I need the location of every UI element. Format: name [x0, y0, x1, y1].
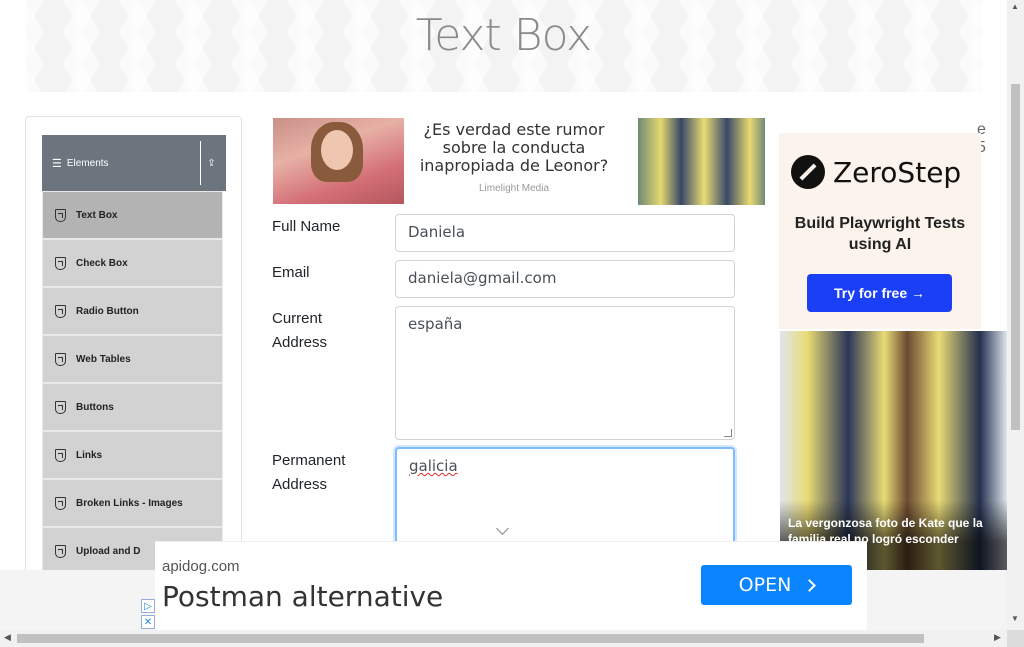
- sidebar-item-text-box[interactable]: Text Box: [42, 191, 223, 239]
- permanent-address-label: Permanent Address: [272, 449, 345, 497]
- html5-icon: [55, 544, 66, 558]
- bottom-ad-headline[interactable]: Postman alternative: [162, 580, 443, 613]
- bottom-ad[interactable]: apidog.com Postman alternative OPEN: [155, 541, 867, 630]
- ad-image-photo[interactable]: [638, 118, 765, 205]
- right-ad-image[interactable]: La vergonzosa foto de Kate que la famili…: [780, 331, 1007, 570]
- sidebar-item-label: Links: [76, 449, 103, 461]
- page-title: Text Box: [415, 10, 592, 61]
- adchoices-icon[interactable]: ▷: [141, 599, 155, 613]
- permanent-address-label-line2: Address: [272, 476, 328, 493]
- zerostep-logo-icon: [791, 155, 825, 189]
- zerostep-logo: ZeroStep: [791, 155, 961, 189]
- permanent-address-textarea[interactable]: galicia: [395, 447, 735, 541]
- sidebar-menu: Text Box Check Box Radio Button Web Tabl…: [42, 191, 223, 575]
- sidebar-item-label: Text Box: [76, 209, 118, 221]
- html5-icon: [55, 496, 66, 510]
- top-ad-source: Limelight Media: [478, 183, 550, 194]
- open-button[interactable]: OPEN: [701, 565, 852, 605]
- top-ad[interactable]: ¿Es verdad este rumor sobre la conducta …: [273, 117, 765, 205]
- current-address-value: españa: [408, 315, 463, 333]
- hamburger-icon: ☰: [52, 157, 62, 170]
- zerostep-tagline: Build Playwright Tests using AI: [794, 215, 966, 253]
- sidebar-item-label: Broken Links - Images: [76, 497, 183, 509]
- horizontal-scroll-thumb[interactable]: [17, 634, 924, 643]
- page-banner: Text Box: [25, 0, 982, 92]
- current-address-textarea[interactable]: españa: [395, 306, 735, 440]
- current-address-label-line2: Address: [272, 334, 328, 351]
- sidebar: ☰ Elements ⇪ Text Box Check Box Radio Bu…: [25, 116, 242, 586]
- html5-icon: [55, 448, 66, 462]
- html5-icon: [55, 256, 66, 270]
- sidebar-item-check-box[interactable]: Check Box: [42, 239, 223, 287]
- try-for-free-button[interactable]: Try for free →: [807, 274, 952, 312]
- html5-icon: [55, 400, 66, 414]
- scroll-right-icon[interactable]: ▶: [994, 632, 1001, 643]
- email-input[interactable]: daniela@gmail.com: [395, 260, 735, 298]
- current-address-label: Current Address: [272, 307, 327, 355]
- html5-icon: [55, 208, 66, 222]
- zerostep-brand: ZeroStep: [833, 155, 962, 189]
- email-label: Email: [272, 264, 310, 281]
- sidebar-item-label: Check Box: [76, 257, 128, 269]
- sidebar-item-web-tables[interactable]: Web Tables: [42, 335, 223, 383]
- sidebar-item-radio-button[interactable]: Radio Button: [42, 287, 223, 335]
- current-address-label-line1: Current: [272, 310, 323, 327]
- chevron-right-icon: [803, 578, 817, 592]
- sidebar-item-label: Buttons: [76, 401, 114, 413]
- bottom-ad-band-left: [0, 570, 155, 630]
- html5-icon: [55, 352, 66, 366]
- sidebar-item-links[interactable]: Links: [42, 431, 223, 479]
- sidebar-item-broken-links[interactable]: Broken Links - Images: [42, 479, 223, 527]
- sidebar-item-label: Upload and D: [76, 545, 141, 557]
- ad-image-face: [321, 130, 353, 170]
- ad-image-girl[interactable]: [273, 118, 404, 204]
- open-button-label: OPEN: [738, 574, 792, 596]
- full-name-label: Full Name: [272, 218, 341, 235]
- sidebar-item-label: Web Tables: [76, 353, 131, 365]
- sidebar-item-label: Radio Button: [76, 305, 139, 317]
- scroll-left-icon[interactable]: ◀: [4, 632, 11, 643]
- scroll-down-icon[interactable]: ▼: [1011, 614, 1019, 623]
- resize-handle-icon[interactable]: [724, 429, 732, 437]
- scrollbar-corner: [1007, 630, 1024, 647]
- top-ad-headline[interactable]: ¿Es verdad este rumor sobre la conducta …: [413, 121, 615, 175]
- vertical-scroll-thumb[interactable]: [1011, 84, 1020, 430]
- scroll-up-icon[interactable]: ▲: [1011, 2, 1019, 11]
- close-ad-icon[interactable]: ✕: [141, 615, 155, 629]
- zerostep-ad[interactable]: ZeroStep Build Playwright Tests using AI…: [779, 133, 981, 329]
- bottom-ad-host: apidog.com: [162, 558, 240, 575]
- html5-icon: [55, 304, 66, 318]
- chevron-up-icon[interactable]: ⇪: [200, 141, 222, 185]
- vertical-scrollbar[interactable]: ▲ ▼: [1007, 0, 1024, 630]
- sidebar-group-label: Elements: [66, 157, 109, 169]
- permanent-address-label-line1: Permanent: [272, 452, 346, 469]
- full-name-input[interactable]: Daniela: [395, 214, 735, 252]
- sidebar-group-elements[interactable]: ☰ Elements ⇪: [42, 135, 226, 191]
- horizontal-scrollbar[interactable]: ◀ ▶: [0, 630, 1007, 647]
- right-ad[interactable]: e 5 ZeroStep Build Playwright Tests usin…: [765, 117, 1007, 570]
- sidebar-item-buttons[interactable]: Buttons: [42, 383, 223, 431]
- bottom-ad-band-right: [867, 570, 1007, 630]
- permanent-address-value: galicia: [409, 457, 458, 475]
